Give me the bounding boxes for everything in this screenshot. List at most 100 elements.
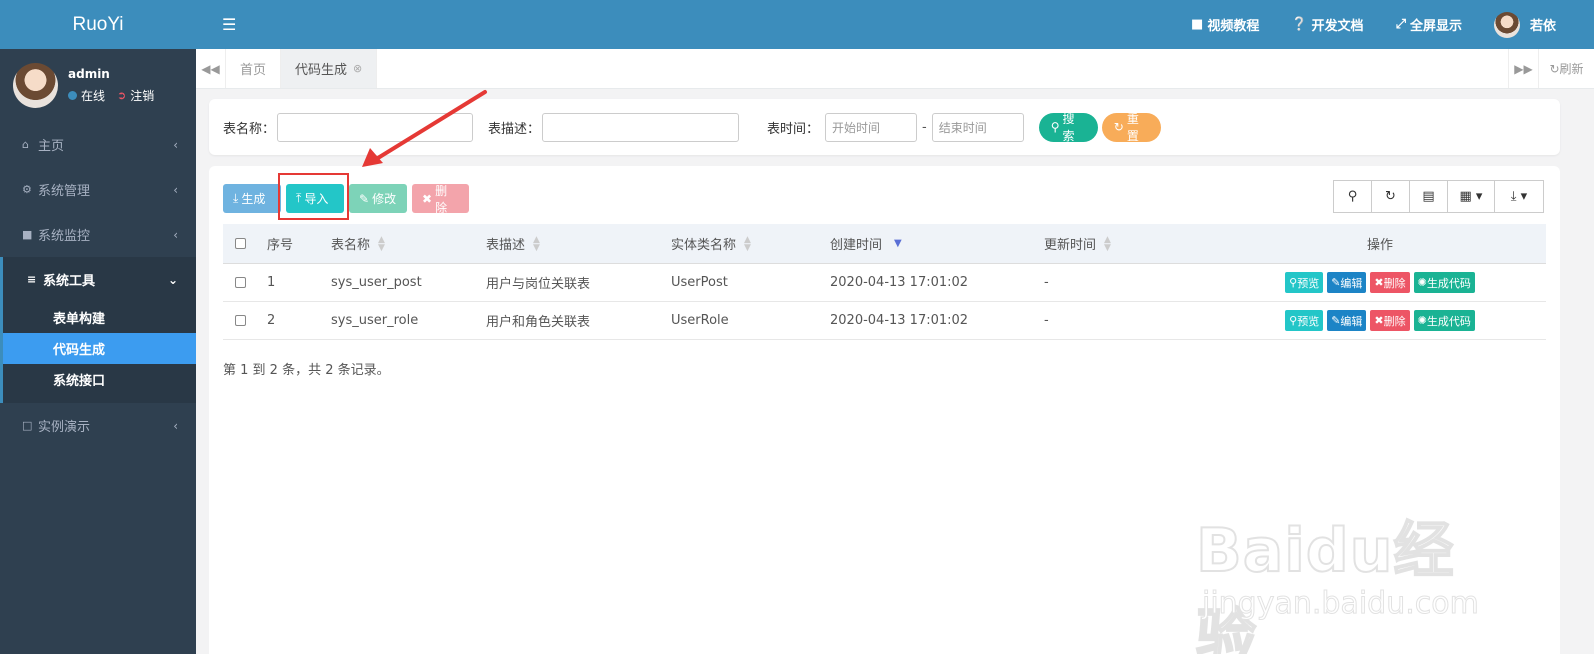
sidebar-item-system-management[interactable]: ⚙ 系统管理 ‹: [0, 167, 196, 212]
col-header-label: 更新时间: [1044, 238, 1097, 253]
refresh-tab-button[interactable]: ↻ 刷新: [1538, 49, 1594, 88]
sidebar-item-home[interactable]: ⌂ 主页 ‹: [0, 122, 196, 167]
row-edit-button[interactable]: ✎ 编辑: [1327, 310, 1367, 331]
sidebar-item-label: 系统管理: [38, 184, 91, 199]
refresh-icon: ↻: [1385, 189, 1396, 204]
sidebar-item-demo[interactable]: □ 实例演示 ‹: [0, 403, 196, 448]
cell-no: 1: [267, 275, 276, 290]
chevron-down-icon: ⌄: [167, 272, 178, 287]
row-checkbox[interactable]: [235, 277, 246, 288]
generate-button[interactable]: ⤓ 生成: [223, 184, 281, 213]
submenu-item-form-builder[interactable]: 表单构建: [3, 302, 196, 333]
video-tutorial-link[interactable]: ■ 视频教程: [1191, 15, 1259, 34]
search-icon: ⚲: [1289, 314, 1298, 327]
row-delete-button[interactable]: ✖ 删除: [1370, 310, 1410, 331]
tab-scroll-left-icon[interactable]: ◀◀: [196, 49, 226, 88]
generate-label: 生成: [241, 192, 266, 206]
sort-icon: ▲ ▼: [378, 234, 385, 253]
search-button[interactable]: ⚲ 搜索: [1038, 112, 1098, 143]
delete-label: 删除: [435, 183, 448, 215]
table-time-label: 表时间：: [767, 121, 820, 137]
bug-icon: ✺: [1417, 314, 1427, 327]
table-row: 2 sys_user_role 用户和角色关联表 UserRole 2020-0…: [223, 302, 1546, 340]
row-edit-button[interactable]: ✎ 编辑: [1327, 272, 1367, 293]
tab-label: 首页: [240, 63, 267, 78]
table-desc-input[interactable]: [542, 112, 740, 142]
sidebar-item-label: 主页: [38, 139, 65, 154]
user-menu[interactable]: 若依: [1493, 11, 1556, 38]
sidebar-item-system-tools[interactable]: ≡ 系统工具 ⌄: [0, 257, 196, 302]
col-header-label: 创建时间: [830, 238, 883, 253]
columns-dropdown[interactable]: ▦ ▾: [1447, 180, 1495, 213]
pagination-summary: 第 1 到 2 条，共 2 条记录。: [223, 363, 390, 378]
preview-button[interactable]: ⚲ 预览: [1285, 310, 1324, 331]
download-icon: ⤓ ▾: [1510, 189, 1528, 204]
logout-icon[interactable]: ➲: [117, 89, 126, 102]
gen-code-button[interactable]: ✺ 生成代码: [1413, 272, 1475, 293]
cell-entity: UserPost: [671, 275, 728, 290]
menu-toggle-icon[interactable]: ☰: [222, 15, 236, 34]
submenu-system-tools: 表单构建 代码生成 系统接口: [0, 302, 196, 403]
row-delete-button[interactable]: ✖ 删除: [1370, 272, 1410, 293]
table-name-input[interactable]: [277, 112, 474, 142]
edit-label: 修改: [372, 192, 397, 206]
col-header-desc[interactable]: 表描述 ▲ ▼: [486, 234, 671, 253]
col-header-no[interactable]: 序号: [267, 234, 331, 253]
col-header-updated[interactable]: 更新时间 ▲ ▼: [1044, 234, 1214, 253]
col-header-label: 实体类名称: [671, 238, 737, 253]
col-header-name[interactable]: 表名称 ▲ ▼: [331, 234, 486, 253]
edit-button[interactable]: ✎ 修改: [349, 184, 407, 213]
tab-scroll-right-icon[interactable]: ▶▶: [1508, 49, 1538, 88]
fullscreen-link[interactable]: ⤢ 全屏显示: [1396, 15, 1462, 34]
cell-updated: -: [1044, 313, 1049, 328]
close-icon: ✖: [1374, 314, 1384, 327]
sidebar-item-system-monitor[interactable]: ■ 系统监控 ‹: [0, 212, 196, 257]
online-dot-icon: [68, 91, 77, 100]
dev-docs-link[interactable]: ❔ 开发文档: [1291, 15, 1363, 34]
edit-icon: ✎: [1331, 276, 1341, 289]
col-header-entity[interactable]: 实体类名称 ▲ ▼: [671, 234, 830, 253]
toggle-search-button[interactable]: ⚲: [1333, 180, 1372, 213]
gen-code-button[interactable]: ✺ 生成代码: [1413, 310, 1475, 331]
cell-created: 2020-04-13 17:01:02: [830, 313, 969, 328]
export-dropdown[interactable]: ⤓ ▾: [1494, 180, 1544, 213]
tab-label: 代码生成: [295, 63, 348, 78]
table-tools: ⚲ ↻ ▤ ▦ ▾ ⤓ ▾: [1333, 180, 1544, 213]
app-logo[interactable]: RuoYi: [0, 0, 196, 49]
cell-desc: 用户和角色关联表: [486, 315, 591, 330]
col-header-label: 表描述: [486, 238, 526, 253]
fullscreen-label: 全屏显示: [1409, 19, 1462, 34]
submenu-item-system-api[interactable]: 系统接口: [3, 364, 196, 395]
sort-icon: ▲ ▼: [533, 234, 540, 253]
submenu-item-code-gen[interactable]: 代码生成: [3, 333, 196, 364]
gen-code-label: 生成代码: [1426, 314, 1471, 328]
end-time-input[interactable]: 结束时间: [931, 112, 1024, 142]
select-all-checkbox[interactable]: [235, 238, 246, 249]
cell-updated: -: [1044, 275, 1049, 290]
preview-button[interactable]: ⚲ 预览: [1285, 272, 1324, 293]
tab-home[interactable]: 首页: [226, 49, 282, 88]
col-header-actions: 操作: [1366, 238, 1393, 253]
sidebar-item-label: 实例演示: [38, 420, 91, 435]
chevron-left-icon: ‹: [173, 227, 178, 242]
video-tutorial-label: 视频教程: [1207, 19, 1260, 34]
refresh-icon: ↻: [1549, 61, 1560, 76]
reset-button[interactable]: ↻ 重置: [1101, 112, 1161, 143]
start-time-input[interactable]: 开始时间: [825, 112, 918, 142]
avatar: [1493, 11, 1520, 38]
page-tabs: ◀◀ 首页 代码生成 ⊗ ▶▶ ↻ 刷新: [196, 49, 1594, 89]
row-checkbox[interactable]: [235, 315, 246, 326]
avatar[interactable]: [13, 63, 58, 108]
tab-code-gen[interactable]: 代码生成 ⊗: [281, 49, 378, 88]
close-icon[interactable]: ⊗: [353, 62, 362, 75]
refresh-table-button[interactable]: ↻: [1371, 180, 1410, 213]
toggle-view-button[interactable]: ▤: [1409, 180, 1448, 213]
cell-name: sys_user_post: [331, 275, 422, 290]
close-icon: ✖: [422, 191, 433, 206]
cell-desc: 用户与岗位关联表: [486, 277, 591, 292]
col-header-created[interactable]: 创建时间 ▼: [830, 234, 1044, 253]
delete-button[interactable]: ✖ 删除: [412, 183, 469, 215]
sidebar: RuoYi admin 在线 ➲ 注销 ⌂ 主页 ‹ ⚙ 系统管理 ‹ ■ 系统…: [0, 0, 196, 654]
preview-label: 预览: [1297, 314, 1320, 328]
logout-link[interactable]: 注销: [130, 87, 154, 104]
